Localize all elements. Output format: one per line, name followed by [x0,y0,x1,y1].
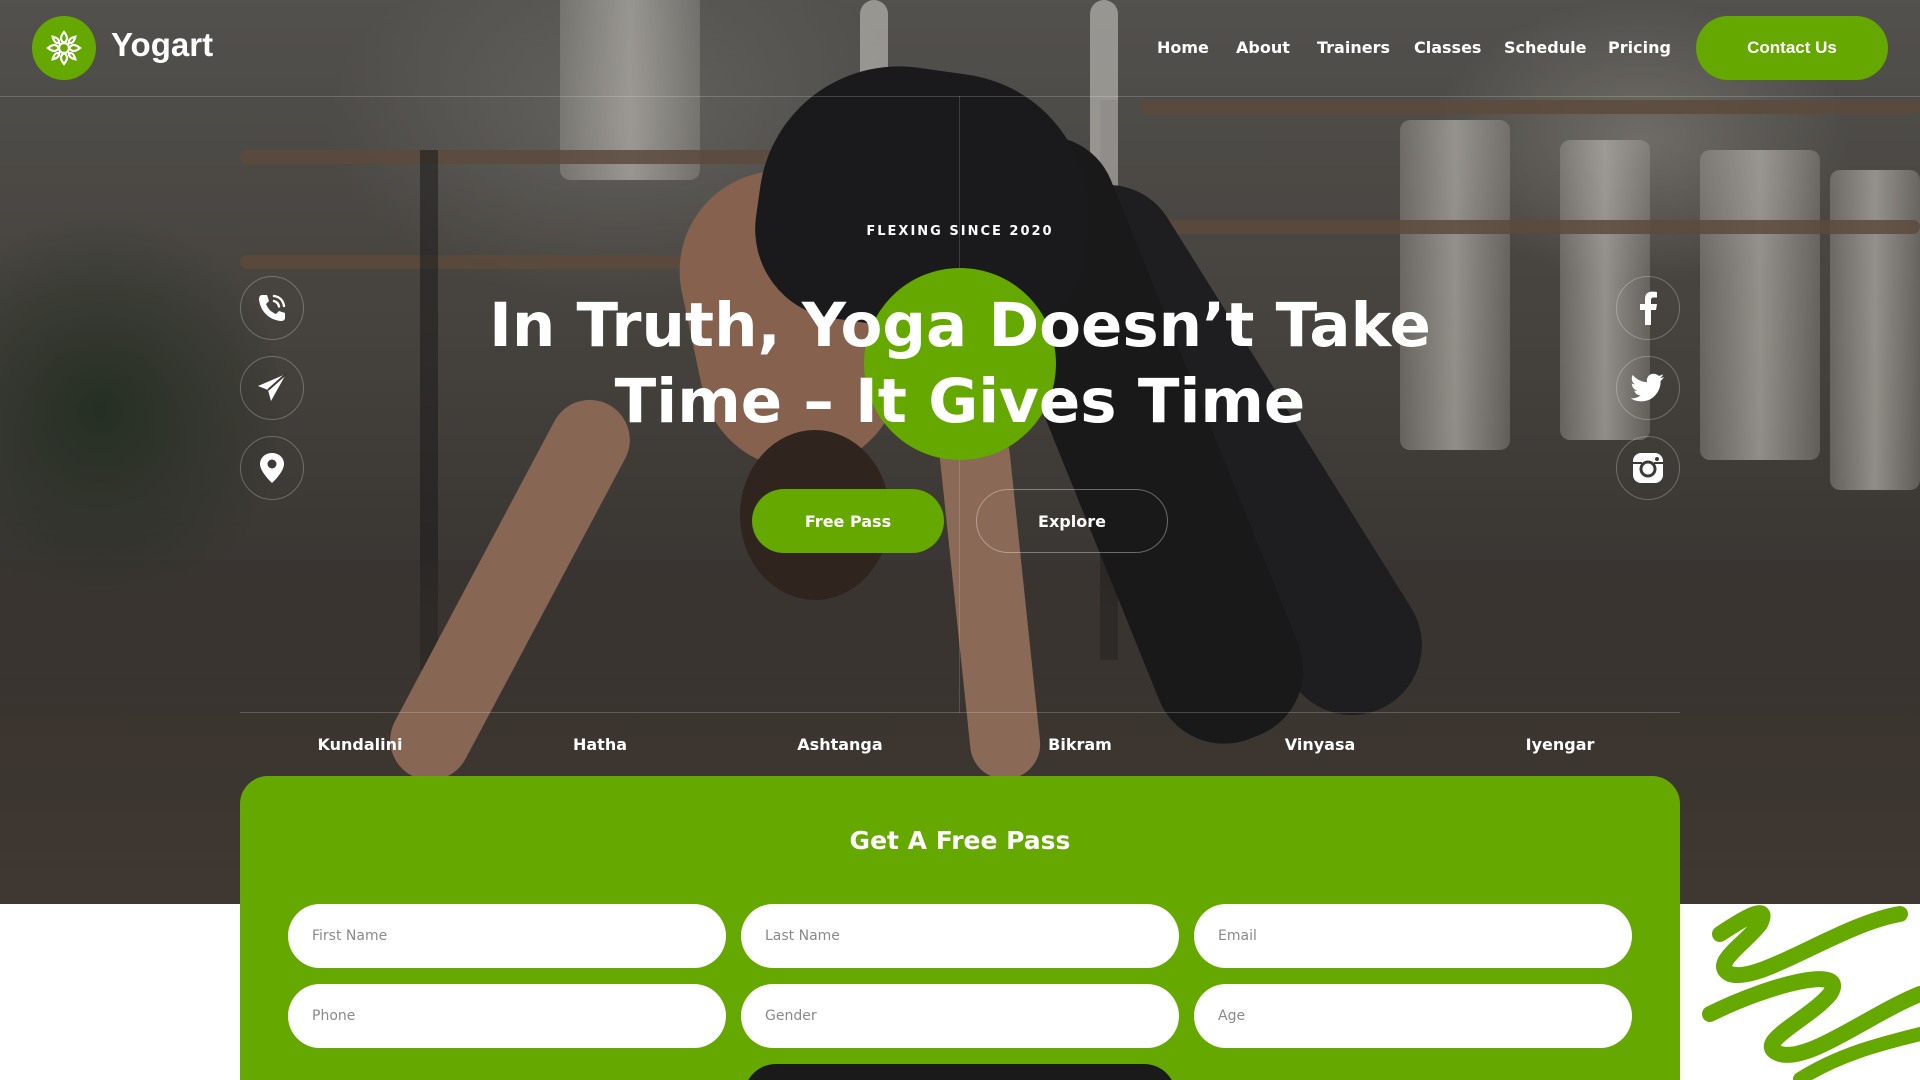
hero-headline-line1: In Truth, Yoga Doesn’t Take [489,290,1431,361]
free-pass-button[interactable]: Free Pass [752,489,944,553]
first-name-field[interactable] [288,904,726,968]
nav-schedule[interactable]: Schedule [1504,38,1586,57]
instagram-icon [1633,453,1663,483]
hero-headline: In Truth, Yoga Doesn’t Take Time – It Gi… [480,288,1440,440]
style-iyengar[interactable]: Iyengar [1440,735,1680,754]
nav-classes[interactable]: Classes [1414,38,1481,57]
instagram-button[interactable] [1616,436,1680,500]
lotus-icon [46,30,82,66]
location-pin-icon [260,453,284,483]
style-bikram[interactable]: Bikram [960,735,1200,754]
decorative-brush-stroke [1702,905,1920,1080]
style-hatha[interactable]: Hatha [480,735,720,754]
nav-trainers[interactable]: Trainers [1317,38,1390,57]
nav-about[interactable]: About [1236,38,1290,57]
email-field[interactable] [1194,904,1632,968]
hero-tagline: FLEXING SINCE 2020 [866,224,1054,239]
style-kundalini[interactable]: Kundalini [240,735,480,754]
style-vinyasa[interactable]: Vinyasa [1200,735,1440,754]
send-button[interactable] [240,356,304,420]
phone-field[interactable] [288,984,726,1048]
nav-home[interactable]: Home [1157,38,1209,57]
facebook-button[interactable] [1616,276,1680,340]
brand-name[interactable]: Yogart [111,26,213,64]
send-icon [258,373,287,401]
location-button[interactable] [240,436,304,500]
facebook-icon [1640,291,1657,325]
hero-headline-line2: Time – It Gives Time [614,366,1306,437]
twitter-icon [1631,373,1664,402]
free-pass-form: Get A Free Pass [240,776,1680,1080]
explore-button[interactable]: Explore [976,489,1168,553]
age-field[interactable] [1194,984,1632,1048]
last-name-field[interactable] [741,904,1179,968]
styles-divider [240,712,1680,713]
submit-button[interactable] [744,1064,1176,1080]
contact-us-button[interactable]: Contact Us [1696,16,1888,80]
phone-icon [259,294,286,321]
phone-button[interactable] [240,276,304,340]
nav-pricing[interactable]: Pricing [1608,38,1671,57]
style-ashtanga[interactable]: Ashtanga [720,735,960,754]
header-divider [0,96,1920,97]
form-title: Get A Free Pass [849,826,1071,855]
gender-field[interactable] [741,984,1179,1048]
logo-badge[interactable] [32,16,96,80]
twitter-button[interactable] [1616,356,1680,420]
